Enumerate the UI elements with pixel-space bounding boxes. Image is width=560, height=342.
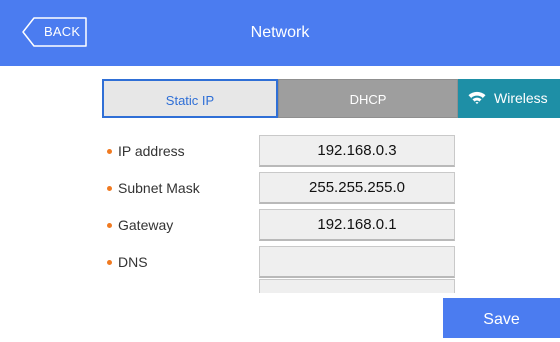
dns-row: DNS bbox=[0, 242, 560, 282]
dns-label: DNS bbox=[118, 254, 148, 270]
tab-wireless-label: Wireless bbox=[494, 90, 548, 106]
dns-field[interactable] bbox=[259, 246, 455, 278]
tab-dhcp[interactable]: DHCP bbox=[278, 79, 458, 118]
bullet-icon bbox=[107, 149, 112, 154]
page-title: Network bbox=[250, 24, 310, 41]
gateway-row: Gateway 192.168.0.1 bbox=[0, 205, 560, 245]
ip-address-row: IP address 192.168.0.3 bbox=[0, 131, 560, 171]
save-button[interactable]: Save bbox=[443, 298, 560, 338]
bullet-icon bbox=[107, 223, 112, 228]
tab-dhcp-label: DHCP bbox=[349, 92, 387, 107]
gateway-field[interactable]: 192.168.0.1 bbox=[259, 209, 455, 241]
top-bar: BACK Network bbox=[0, 0, 560, 66]
bullet-icon bbox=[107, 260, 112, 265]
tab-static-ip[interactable]: Static IP bbox=[102, 79, 278, 118]
bullet-icon bbox=[107, 186, 112, 191]
subnet-mask-field[interactable]: 255.255.255.0 bbox=[259, 172, 455, 204]
ip-address-label: IP address bbox=[118, 143, 185, 159]
subnet-mask-label: Subnet Mask bbox=[118, 180, 200, 196]
ip-address-field[interactable]: 192.168.0.3 bbox=[259, 135, 455, 167]
subnet-mask-row: Subnet Mask 255.255.255.0 bbox=[0, 168, 560, 208]
tab-wireless[interactable]: Wireless bbox=[458, 79, 560, 118]
dns-secondary-field[interactable] bbox=[259, 279, 455, 293]
gateway-label: Gateway bbox=[118, 217, 174, 233]
tab-static-ip-label: Static IP bbox=[165, 93, 215, 108]
wifi-icon bbox=[468, 91, 486, 104]
dns-secondary-row bbox=[0, 279, 560, 293]
